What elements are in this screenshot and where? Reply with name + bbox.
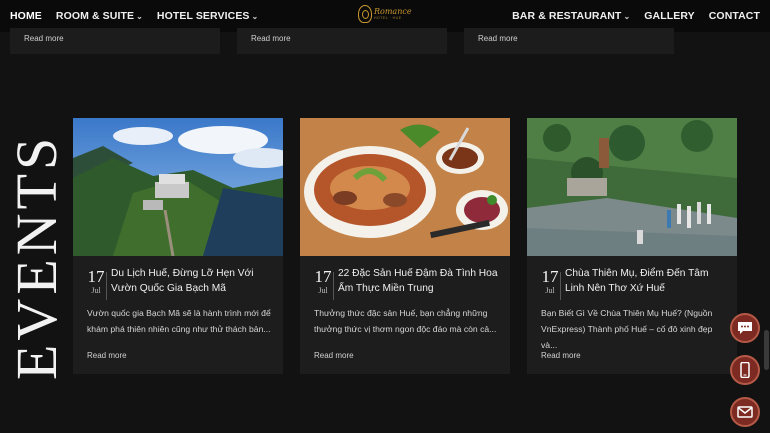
hotel-logo[interactable]: Romance HOTEL · HUE (358, 5, 412, 23)
date-divider (560, 272, 561, 300)
read-more-link[interactable]: Read more (24, 34, 64, 43)
event-title[interactable]: 22 Đặc Sản Huế Đậm Đà Tình Hoa Ẩm Thực M… (338, 266, 500, 296)
read-more-link[interactable]: Read more (478, 34, 518, 43)
nav-bar-restaurant-label: BAR & RESTAURANT (512, 10, 622, 22)
logo-mark-icon (358, 5, 372, 23)
mail-button[interactable] (730, 397, 760, 427)
nav-hotel-services-label: HOTEL SERVICES (156, 10, 250, 22)
event-excerpt: Thưởng thức đặc sản Huế, bạn chẳng những… (314, 308, 497, 334)
logo-text: Romance (374, 6, 412, 16)
event-month: Jul (318, 286, 328, 295)
event-image-mountain[interactable] (73, 118, 283, 256)
event-image-noodle[interactable] (300, 118, 510, 256)
nav-home[interactable]: HOME (10, 10, 42, 22)
chat-button[interactable] (730, 313, 760, 343)
event-title[interactable]: Chùa Thiên Mụ, Điểm Đến Tâm Linh Nên Thơ… (565, 266, 727, 296)
scrollbar[interactable] (764, 330, 769, 370)
event-card[interactable]: 17 Jul Du Lịch Huế, Đừng Lỡ Hẹn Với Vườn… (73, 118, 283, 374)
nav-right: BAR & RESTAURANT ⌄ GALLERY CONTACT (512, 10, 760, 22)
read-more-link[interactable]: Read more (541, 351, 581, 360)
read-more-link[interactable]: Read more (87, 351, 127, 360)
chevron-down-icon: ⌄ (136, 11, 143, 21)
nav-home-label: HOME (10, 10, 42, 22)
chat-icon (738, 322, 752, 334)
nav-bar-restaurant[interactable]: BAR & RESTAURANT ⌄ (512, 10, 630, 22)
nav-hotel-services[interactable]: HOTEL SERVICES ⌄ (157, 10, 258, 22)
event-month: Jul (545, 286, 555, 295)
event-title[interactable]: Du Lịch Huế, Đừng Lỡ Hẹn Với Vườn Quốc G… (111, 266, 273, 296)
event-image-pagoda[interactable] (527, 118, 737, 256)
phone-button[interactable] (730, 355, 760, 385)
date-divider (106, 272, 107, 300)
nav-gallery-label: GALLERY (644, 10, 695, 22)
event-card[interactable]: 17 Jul 22 Đặc Sản Huế Đậm Đà Tình Hoa Ẩm… (300, 118, 510, 374)
event-day: 17 (87, 267, 105, 286)
prev-card: Read more (237, 28, 447, 54)
nav-room-suite[interactable]: ROOM & SUITE ⌄ (56, 10, 143, 22)
section-title: EVENTS (4, 133, 69, 380)
nav-gallery[interactable]: GALLERY (644, 10, 694, 22)
logo-subtext: HOTEL · HUE (374, 15, 402, 20)
chevron-down-icon: ⌄ (623, 11, 631, 21)
prev-card: Read more (10, 28, 220, 54)
event-month: Jul (91, 286, 101, 295)
prev-card: Read more (464, 28, 674, 54)
chevron-down-icon: ⌄ (251, 11, 259, 21)
event-excerpt: Vườn quốc gia Bạch Mã sẽ là hành trình m… (87, 308, 271, 334)
nav-room-suite-label: ROOM & SUITE (55, 10, 135, 22)
event-excerpt: Bạn Biết Gì Về Chùa Thiên Mụ Huế? (Nguồn… (541, 308, 713, 350)
nav-left: HOME ROOM & SUITE ⌄ HOTEL SERVICES ⌄ (10, 10, 258, 22)
read-more-link[interactable]: Read more (314, 351, 354, 360)
nav-contact[interactable]: CONTACT (709, 10, 760, 22)
event-day: 17 (314, 267, 332, 286)
event-date: 17 Jul (87, 268, 105, 295)
phone-icon (740, 362, 750, 378)
nav-contact-label: CONTACT (708, 10, 760, 22)
read-more-link[interactable]: Read more (251, 34, 291, 43)
event-date: 17 Jul (314, 268, 332, 295)
event-card[interactable]: 17 Jul Chùa Thiên Mụ, Điểm Đến Tâm Linh … (527, 118, 737, 374)
event-day: 17 (541, 267, 559, 286)
date-divider (333, 272, 334, 300)
event-date: 17 Jul (541, 268, 559, 295)
mail-icon (737, 406, 753, 418)
